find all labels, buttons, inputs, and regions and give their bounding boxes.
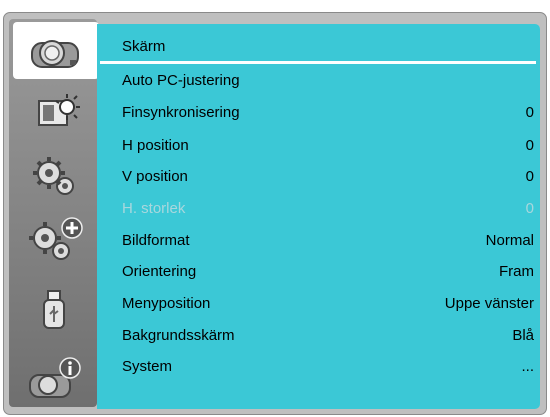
gears-plus-icon (29, 216, 83, 260)
menu-item-aspect[interactable]: Bildformat Normal (122, 228, 534, 252)
menu-item-label: Finsynkronisering (122, 103, 240, 121)
menu-item-value: Blå (512, 326, 534, 344)
menu-item-label: Menyposition (122, 294, 211, 312)
menu-item-label: Bakgrundsskärm (122, 326, 235, 344)
menu-item-value: Uppe vänster (444, 294, 534, 312)
tab-picture[interactable] (14, 82, 96, 139)
menu-item-value: 0 (525, 199, 534, 217)
menu-item-label: V position (122, 167, 188, 185)
menu-item-value: 0 (525, 136, 534, 154)
menu-item-label: H. storlek (122, 199, 186, 217)
menu-item-background[interactable]: Bakgrundsskärm Blå (122, 323, 534, 347)
menu-item-value: Normal (485, 231, 534, 249)
menu-item-v-position[interactable]: V position 0 (122, 164, 534, 188)
tab-information[interactable] (14, 350, 96, 407)
page-title: Skärm (122, 38, 166, 55)
menu-item-fine-sync[interactable]: Finsynkronisering 0 (122, 100, 534, 124)
image-brightness-icon (38, 93, 80, 126)
menu-item-orientation[interactable]: Orientering Fram (122, 259, 534, 283)
projector-icon (31, 39, 79, 68)
tab-usb[interactable] (14, 282, 96, 339)
menu-item-label: Bildformat (122, 231, 190, 249)
tab-settings[interactable] (14, 148, 96, 205)
menu-item-system[interactable]: System ... (122, 354, 534, 378)
menu-item-label: Orientering (122, 262, 197, 280)
menu-item-value: 0 (525, 103, 534, 121)
usb-drive-icon (43, 289, 65, 329)
title-divider (100, 61, 536, 64)
menu-item-h-size: H. storlek 0 (122, 196, 534, 220)
gears-icon (33, 156, 74, 195)
menu-item-label: Auto PC-justering (122, 71, 240, 89)
tab-display[interactable] (13, 22, 99, 79)
projector-info-icon (29, 356, 81, 398)
menu-item-h-position[interactable]: H position 0 (122, 133, 534, 157)
menu-item-menu-position[interactable]: Menyposition Uppe vänster (122, 291, 534, 315)
menu-item-label: H position (122, 136, 189, 154)
menu-item-label: System (122, 357, 173, 375)
menu-item-value: ... (521, 357, 534, 375)
menu-item-value: Fram (499, 262, 534, 280)
menu-item-value: 0 (525, 167, 534, 185)
menu-item-auto-pc-adjust[interactable]: Auto PC-justering (122, 68, 534, 92)
tab-extended-settings[interactable] (14, 210, 96, 267)
